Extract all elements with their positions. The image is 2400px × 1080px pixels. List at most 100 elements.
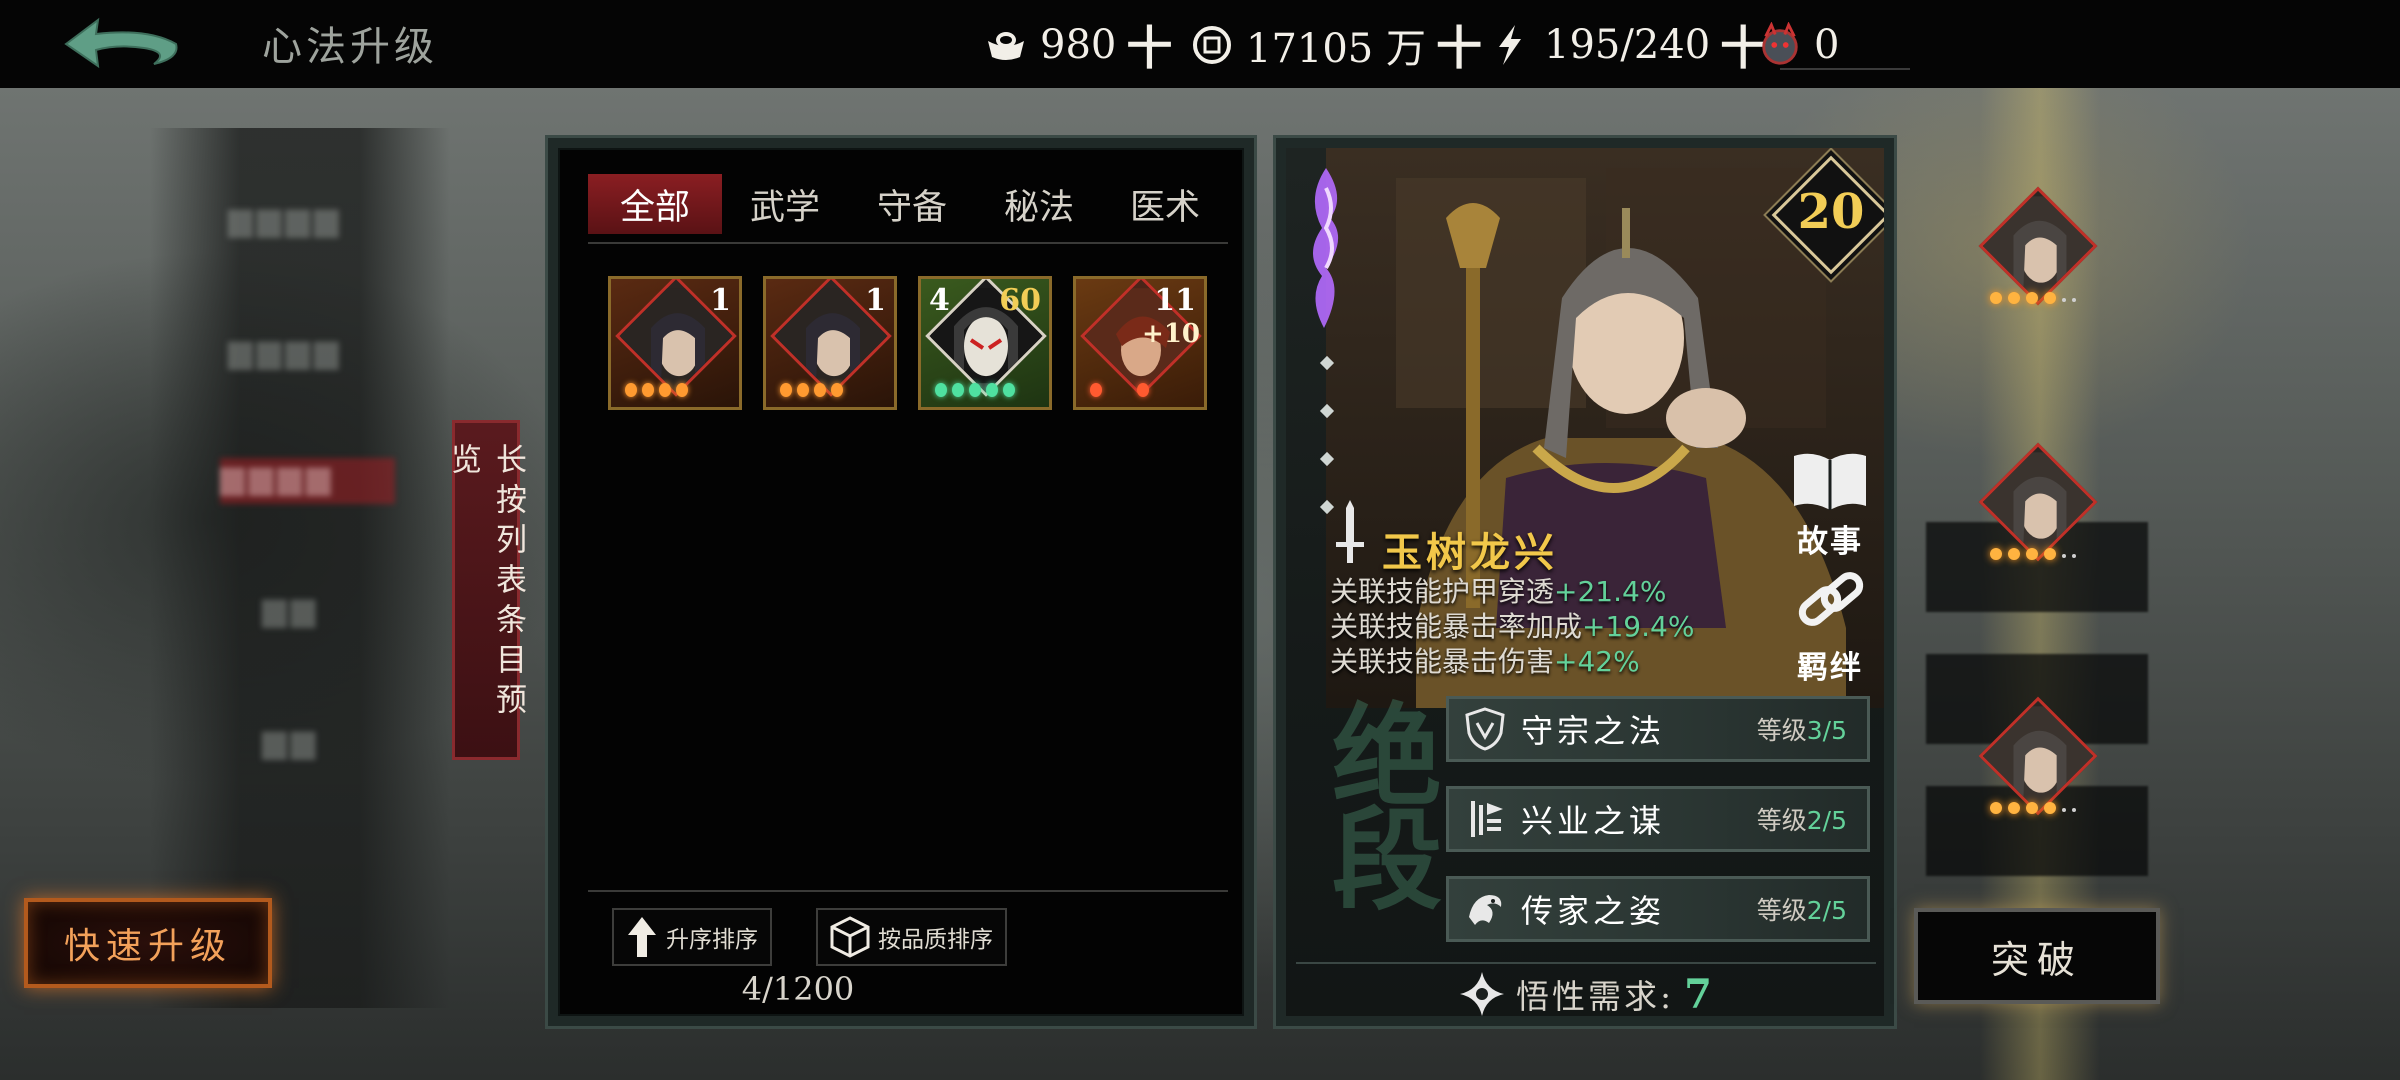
menu-item-blurred-4: ▆▆ [262, 722, 320, 760]
tab-defense[interactable]: 守备 [848, 174, 976, 234]
dragon-icon [1469, 895, 1502, 925]
breakthrough-button[interactable]: 突破 [1914, 908, 2160, 1004]
material-avatar[interactable] [1976, 696, 2100, 822]
card-star-rating [780, 383, 843, 399]
rarity-watermark: 绝段 [1313, 698, 1442, 906]
item-count: 4/1200 [741, 970, 855, 1008]
token-resource: 0 [1758, 20, 1839, 70]
card-count-left: 4 [929, 283, 950, 318]
silver-value: 980 [1040, 22, 1117, 68]
stat-label: 关联技能暴击率加成 [1330, 610, 1583, 643]
stat-row: 关联技能暴击率加成+19.4% [1330, 605, 1694, 645]
ability-name: 传家之姿 [1521, 892, 1666, 930]
bond-button[interactable]: 羁绊 [1780, 568, 1880, 687]
cube-icon [830, 916, 870, 958]
bond-label: 羁绊 [1797, 650, 1863, 686]
skill-card[interactable]: 1 [608, 276, 742, 410]
stamina-value: 195/240 [1544, 22, 1711, 68]
menu-item-blurred-2: ▆▆▆▆ [228, 332, 343, 370]
stat-value: +42% [1554, 645, 1640, 678]
stat-value: +21.4% [1554, 575, 1667, 608]
avatar-portrait [1978, 442, 2098, 562]
tab-medicine[interactable]: 医术 [1102, 174, 1228, 234]
page-title: 心法升级 [262, 24, 438, 70]
tab-martial[interactable]: 武学 [722, 174, 848, 234]
quick-upgrade-label: 快速升级 [63, 926, 232, 967]
ability-row[interactable]: 兴业之谋 等级2/5 [1446, 786, 1870, 852]
token-underline [1780, 68, 1910, 70]
stat-row: 关联技能暴击伤害+42% [1330, 640, 1640, 680]
card-count: 1 [710, 283, 731, 318]
tab-all[interactable]: 全部 [588, 174, 722, 234]
story-label: 故事 [1797, 524, 1863, 560]
purple-flame-icon [1313, 168, 1339, 328]
ability-row[interactable]: 守宗之法 等级3/5 [1446, 696, 1870, 762]
sort-quality-label: 按品质排序 [878, 927, 993, 953]
sort-ascending-button[interactable]: 升序排序 [612, 908, 772, 966]
ability-name: 兴业之谋 [1521, 802, 1666, 840]
avatar-star-rating [1990, 548, 2076, 560]
ability-level: 等级3/5 [1756, 716, 1847, 745]
material-avatar[interactable] [1976, 186, 2100, 312]
level-badge: 20 [1771, 155, 1884, 275]
avatar-portrait [1978, 186, 2098, 306]
card-count: 11 [1154, 283, 1196, 318]
ability-level: 等级2/5 [1756, 806, 1847, 835]
ability-level: 等级2/5 [1756, 896, 1847, 925]
spark-icon [1460, 972, 1505, 1016]
back-arrow-icon [64, 17, 178, 69]
silver-add-button[interactable]: 十 [1126, 12, 1172, 78]
wisdom-value: 7 [1684, 970, 1712, 1018]
coin-value: 17105 万 [1246, 26, 1426, 72]
tab-secret[interactable]: 秘法 [976, 174, 1102, 234]
stamina-resource: 195/240 十 [1488, 20, 1766, 75]
token-value: 0 [1814, 22, 1840, 68]
avatar-star-rating [1990, 802, 2076, 814]
sort-quality-button[interactable]: 按品质排序 [816, 908, 1007, 966]
chain-link-icon [1798, 572, 1864, 626]
skill-card[interactable]: 4 60 [918, 276, 1052, 410]
coin-icon [1190, 23, 1234, 67]
coin-resource: 17105 万 十 [1190, 20, 1482, 75]
wisdom-requirement: 悟性需求: 7 [1286, 970, 1884, 1018]
ability-row[interactable]: 传家之姿 等级2/5 [1446, 876, 1870, 942]
skill-card[interactable]: 1 [763, 276, 897, 410]
long-press-hint-text: 长按列表条目预览 [445, 443, 526, 723]
arrow-up-icon [628, 917, 656, 957]
skill-list-panel: 全部 武学 守备 秘法 医术 1 1 4 60 11 +10 升序排序 按品质排… [548, 138, 1254, 1026]
skill-detail-panel: 20 故事 羁绊 玉树龙兴 关联技能护甲穿透+21.4% 关联技能暴击率加成+1… [1276, 138, 1894, 1026]
book-icon [1794, 453, 1866, 510]
background-pillar [150, 128, 450, 1008]
level-value: 20 [1797, 184, 1865, 240]
card-count: 1 [865, 283, 886, 318]
demon-mask-icon [1758, 22, 1802, 67]
list-bottom-divider [588, 890, 1228, 892]
breakthrough-label: 突破 [1990, 937, 2083, 982]
skill-card[interactable]: 11 +10 [1073, 276, 1207, 410]
shield-icon [1465, 707, 1505, 751]
sword-icon [1336, 500, 1364, 563]
silver-ingot-icon [984, 23, 1028, 67]
story-button[interactable]: 故事 [1780, 448, 1880, 561]
stat-row: 关联技能护甲穿透+21.4% [1330, 570, 1666, 610]
stat-label: 关联技能暴击伤害 [1330, 645, 1555, 678]
coin-add-button[interactable]: 十 [1436, 12, 1482, 78]
card-star-rating [935, 383, 1015, 399]
card-star-rating [625, 383, 688, 399]
ability-name: 守宗之法 [1521, 712, 1666, 750]
silver-resource: 980 十 [984, 20, 1172, 75]
card-star-rating [1090, 383, 1149, 399]
wisdom-label: 悟性需求: [1516, 977, 1675, 1016]
card-count: 60 [999, 283, 1041, 318]
banner-icon [1471, 801, 1503, 837]
detail-bottom-divider [1296, 962, 1876, 964]
avatar-portrait [1978, 696, 2098, 816]
category-tabs: 全部 武学 守备 秘法 医术 [588, 174, 1228, 234]
avatar-star-rating [1990, 292, 2076, 304]
back-button[interactable] [58, 14, 188, 78]
stat-label: 关联技能护甲穿透 [1330, 575, 1555, 608]
quick-upgrade-button[interactable]: 快速升级 [24, 898, 272, 988]
lightning-icon [1488, 23, 1532, 67]
material-avatar[interactable] [1976, 442, 2100, 568]
card-plus-level: +10 [1142, 319, 1200, 349]
